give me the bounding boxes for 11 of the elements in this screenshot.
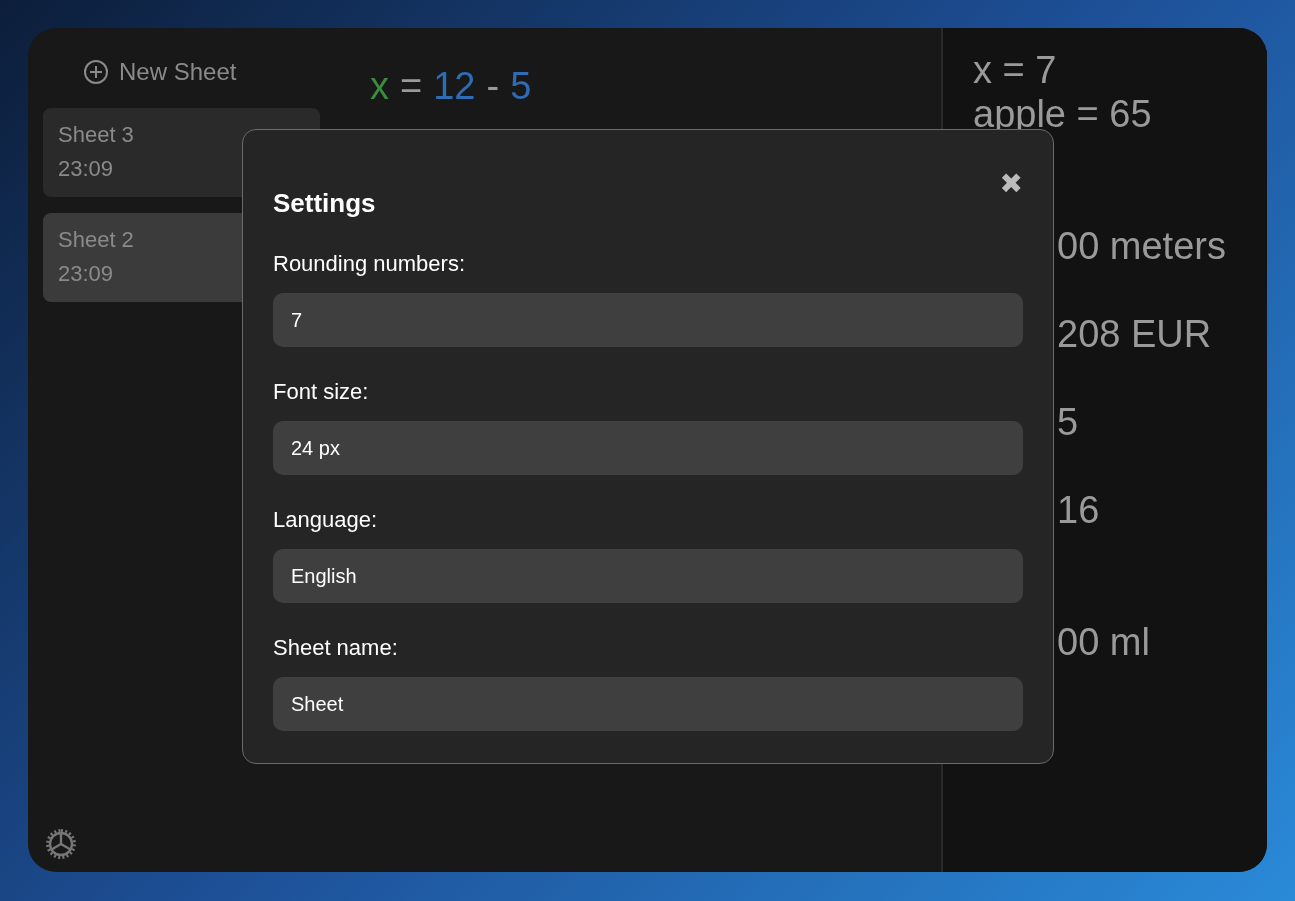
field-label: Language: [273, 507, 377, 533]
field-label: Font size: [273, 379, 369, 405]
code-line: x = 12 - 5 [370, 64, 532, 108]
field-label: Sheet name: [273, 635, 398, 661]
result-line: 16 [1057, 488, 1100, 532]
result-line: 208 EUR [1057, 312, 1212, 356]
result-line: x = 7 [973, 48, 1057, 92]
result-line: 5 [1057, 400, 1079, 444]
result-line: apple = 65 [973, 92, 1152, 136]
result-line: 00 ml [1057, 620, 1150, 664]
result-line: 00 meters [1057, 224, 1226, 268]
